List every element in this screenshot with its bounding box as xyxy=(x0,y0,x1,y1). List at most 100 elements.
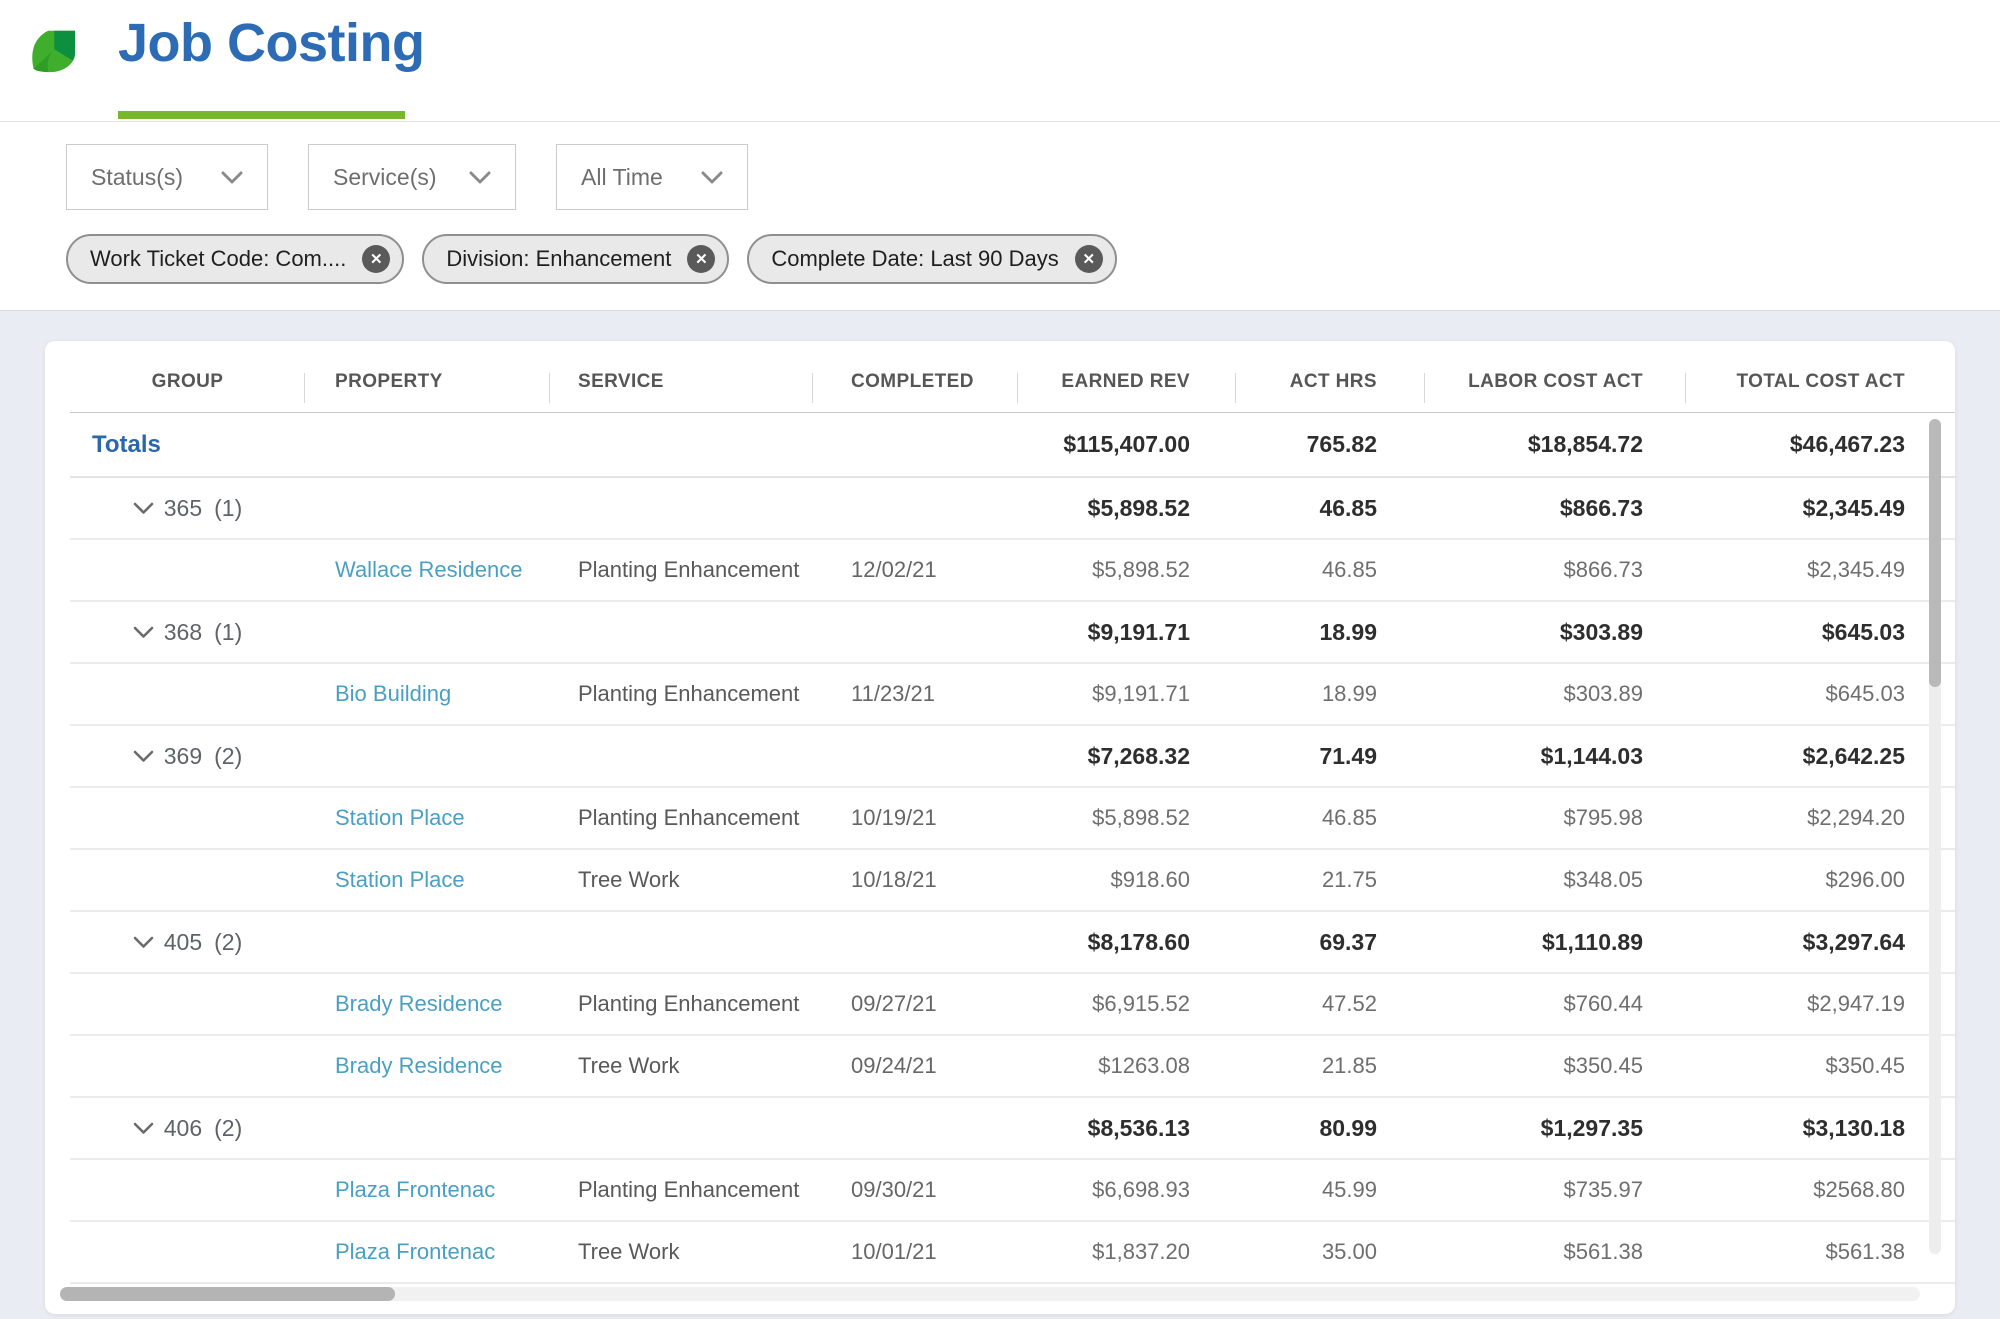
close-icon[interactable]: ✕ xyxy=(362,245,390,273)
chevron-down-icon xyxy=(133,502,154,515)
property-link[interactable]: Plaza Frontenac xyxy=(335,1239,495,1265)
totals-row: Totals $115,407.00 765.82 $18,854.72 $46… xyxy=(70,413,1955,478)
property-link[interactable]: Brady Residence xyxy=(335,1053,503,1079)
filter-chip-division[interactable]: Division: Enhancement ✕ xyxy=(422,234,729,284)
group-count: (1) xyxy=(214,619,242,646)
dropdown-status[interactable]: Status(s) xyxy=(66,144,268,210)
table-body: 365 (1) $5,898.52 46.85 $866.73 $2,345.4… xyxy=(70,478,1955,1284)
service-value: Planting Enhancement xyxy=(550,788,813,848)
filter-chip-label: Work Ticket Code: Com.... xyxy=(90,246,346,272)
property-link[interactable]: Wallace Residence xyxy=(335,557,523,583)
filter-chip-complete-date[interactable]: Complete Date: Last 90 Days ✕ xyxy=(747,234,1116,284)
close-icon[interactable]: ✕ xyxy=(1075,245,1103,273)
act-hrs-value: 46.85 xyxy=(1236,788,1425,848)
property-link[interactable]: Plaza Frontenac xyxy=(335,1177,495,1203)
act-hrs-value: 47.52 xyxy=(1236,974,1425,1034)
group-act-hrs: 80.99 xyxy=(1236,1098,1425,1158)
totals-labor-cost-act: $18,854.72 xyxy=(1425,413,1686,476)
column-header-labor-cost-act[interactable]: LABOR COST ACT xyxy=(1425,341,1686,412)
total-cost-act-value: $2,294.20 xyxy=(1686,788,1920,848)
act-hrs-value: 35.00 xyxy=(1236,1222,1425,1282)
service-value: Tree Work xyxy=(550,850,813,910)
column-header-service[interactable]: SERVICE xyxy=(550,341,813,412)
group-toggle[interactable]: 368 (1) xyxy=(70,602,305,662)
total-cost-act-value: $561.38 xyxy=(1686,1222,1920,1282)
totals-label: Totals xyxy=(70,413,305,476)
column-header-total-cost-act[interactable]: TOTAL COST ACT xyxy=(1686,341,1920,412)
group-toggle[interactable]: 365 (1) xyxy=(70,478,305,538)
group-number: 365 xyxy=(164,495,202,522)
detail-row: Brady Residence Tree Work 09/24/21 $1263… xyxy=(70,1036,1955,1098)
horizontal-scrollbar-thumb[interactable] xyxy=(60,1287,395,1301)
property-link[interactable]: Bio Building xyxy=(335,681,451,707)
group-earned-rev: $9,191.71 xyxy=(1018,602,1236,662)
page-title: Job Costing xyxy=(118,12,424,74)
group-labor-cost-act: $1,110.89 xyxy=(1425,912,1686,972)
completed-date: 10/18/21 xyxy=(813,850,1018,910)
act-hrs-value: 46.85 xyxy=(1236,540,1425,600)
filter-chip-label: Complete Date: Last 90 Days xyxy=(771,246,1058,272)
total-cost-act-value: $296.00 xyxy=(1686,850,1920,910)
labor-cost-act-value: $303.89 xyxy=(1425,664,1686,724)
vertical-scrollbar[interactable] xyxy=(1929,419,1941,1254)
completed-date: 10/19/21 xyxy=(813,788,1018,848)
group-total-cost-act: $3,297.64 xyxy=(1686,912,1920,972)
group-labor-cost-act: $303.89 xyxy=(1425,602,1686,662)
property-link[interactable]: Brady Residence xyxy=(335,991,503,1017)
act-hrs-value: 45.99 xyxy=(1236,1160,1425,1220)
filter-chip-row: Work Ticket Code: Com.... ✕ Division: En… xyxy=(66,234,2000,284)
labor-cost-act-value: $348.05 xyxy=(1425,850,1686,910)
dropdown-date-range[interactable]: All Time xyxy=(556,144,748,210)
group-labor-cost-act: $866.73 xyxy=(1425,478,1686,538)
act-hrs-value: 18.99 xyxy=(1236,664,1425,724)
group-toggle[interactable]: 369 (2) xyxy=(70,726,305,786)
group-total-cost-act: $2,345.49 xyxy=(1686,478,1920,538)
service-value: Tree Work xyxy=(550,1222,813,1282)
earned-rev-value: $5,898.52 xyxy=(1018,540,1236,600)
group-row: 405 (2) $8,178.60 69.37 $1,110.89 $3,297… xyxy=(70,912,1955,974)
column-header-earned-rev[interactable]: EARNED REV xyxy=(1018,341,1236,412)
earned-rev-value: $5,898.52 xyxy=(1018,788,1236,848)
vertical-scrollbar-thumb[interactable] xyxy=(1929,419,1941,687)
property-link[interactable]: Station Place xyxy=(335,805,465,831)
earned-rev-value: $6,698.93 xyxy=(1018,1160,1236,1220)
group-count: (2) xyxy=(214,929,242,956)
leaf-logo-icon xyxy=(28,24,84,80)
detail-row: Plaza Frontenac Tree Work 10/01/21 $1,83… xyxy=(70,1222,1955,1284)
earned-rev-value: $918.60 xyxy=(1018,850,1236,910)
group-act-hrs: 71.49 xyxy=(1236,726,1425,786)
detail-row: Wallace Residence Planting Enhancement 1… xyxy=(70,540,1955,602)
earned-rev-value: $1,837.20 xyxy=(1018,1222,1236,1282)
completed-date: 09/24/21 xyxy=(813,1036,1018,1096)
service-value: Planting Enhancement xyxy=(550,974,813,1034)
earned-rev-value: $6,915.52 xyxy=(1018,974,1236,1034)
group-toggle[interactable]: 405 (2) xyxy=(70,912,305,972)
group-earned-rev: $5,898.52 xyxy=(1018,478,1236,538)
total-cost-act-value: $2,345.49 xyxy=(1686,540,1920,600)
chevron-down-icon xyxy=(701,171,723,184)
group-act-hrs: 18.99 xyxy=(1236,602,1425,662)
dropdown-service-label: Service(s) xyxy=(333,164,437,191)
column-header-property[interactable]: PROPERTY xyxy=(305,341,550,412)
dropdown-service[interactable]: Service(s) xyxy=(308,144,516,210)
service-value: Planting Enhancement xyxy=(550,664,813,724)
horizontal-scrollbar[interactable] xyxy=(60,1287,1920,1301)
group-total-cost-act: $645.03 xyxy=(1686,602,1920,662)
service-value: Planting Enhancement xyxy=(550,540,813,600)
labor-cost-act-value: $760.44 xyxy=(1425,974,1686,1034)
table-header-row: GROUP PROPERTY SERVICE COMPLETED EARNED … xyxy=(70,341,1955,413)
column-header-group[interactable]: GROUP xyxy=(70,341,305,412)
property-link[interactable]: Station Place xyxy=(335,867,465,893)
labor-cost-act-value: $735.97 xyxy=(1425,1160,1686,1220)
group-labor-cost-act: $1,144.03 xyxy=(1425,726,1686,786)
close-icon[interactable]: ✕ xyxy=(687,245,715,273)
group-toggle[interactable]: 406 (2) xyxy=(70,1098,305,1158)
column-header-act-hrs[interactable]: ACT HRS xyxy=(1236,341,1425,412)
totals-earned-rev: $115,407.00 xyxy=(1018,413,1236,476)
detail-row: Station Place Tree Work 10/18/21 $918.60… xyxy=(70,850,1955,912)
column-header-completed[interactable]: COMPLETED xyxy=(813,341,1018,412)
filter-chip-work-ticket-code[interactable]: Work Ticket Code: Com.... ✕ xyxy=(66,234,404,284)
report-card: GROUP PROPERTY SERVICE COMPLETED EARNED … xyxy=(45,341,1955,1314)
group-number: 405 xyxy=(164,929,202,956)
total-cost-act-value: $350.45 xyxy=(1686,1036,1920,1096)
